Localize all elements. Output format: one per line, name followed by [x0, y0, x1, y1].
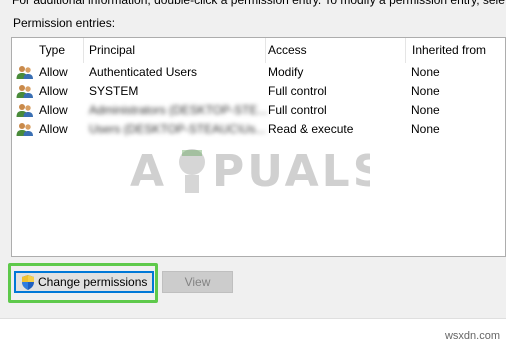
access-cell: Read & execute	[268, 122, 354, 136]
access-cell: Modify	[268, 65, 304, 79]
permission-entry-row[interactable]: Allow Users (DESKTOP-STEAUC\Us... Read & e…	[12, 120, 505, 139]
change-permissions-label: Change permissions	[38, 275, 148, 289]
permission-entry-row[interactable]: Allow SYSTEM Full control None	[12, 82, 505, 101]
principal-cell: Administrators (DESKTOP-STE...	[89, 103, 268, 117]
view-button[interactable]: View	[162, 271, 233, 293]
change-permissions-button[interactable]: Change permissions	[14, 271, 154, 293]
uac-shield-icon	[22, 275, 34, 290]
inherited-from-cell: None	[411, 65, 440, 79]
access-cell: Full control	[268, 103, 327, 117]
permission-entry-row[interactable]: Allow Authenticated Users Modify None	[12, 63, 505, 82]
permission-type-cell: Allow	[39, 103, 68, 117]
users-icon	[16, 104, 33, 117]
column-separator	[405, 38, 406, 63]
site-watermark-text: wsxdn.com	[444, 330, 500, 342]
permission-entries-label: Permission entries:	[13, 16, 116, 30]
users-icon	[16, 85, 33, 98]
column-header-inherited-from[interactable]: Inherited from	[407, 38, 505, 63]
principal-cell: Users (DESKTOP-STEAUC\Us...	[89, 122, 266, 136]
permission-type-cell: Allow	[39, 84, 68, 98]
access-cell: Full control	[268, 84, 327, 98]
column-header-principal[interactable]: Principal	[84, 38, 266, 63]
users-icon	[16, 123, 33, 136]
column-header-type[interactable]: Type	[34, 38, 84, 63]
instruction-text: For additional information, double-click…	[12, 0, 505, 7]
principal-cell: SYSTEM	[89, 84, 139, 98]
list-header: Type Principal Access Inherited from	[12, 38, 505, 63]
inherited-from-cell: None	[411, 103, 440, 117]
principal-cell: Authenticated Users	[89, 65, 198, 79]
column-header-access[interactable]: Access	[263, 38, 405, 63]
permission-entry-row[interactable]: Allow Administrators (DESKTOP-STE... Full …	[12, 101, 505, 120]
users-icon	[16, 66, 33, 79]
permission-type-cell: Allow	[39, 122, 68, 136]
permission-entries-list[interactable]: Type Principal Access Inherited from All…	[11, 37, 506, 257]
footer-bar	[0, 318, 506, 348]
permission-type-cell: Allow	[39, 65, 68, 79]
inherited-from-cell: None	[411, 84, 440, 98]
inherited-from-cell: None	[411, 122, 440, 136]
